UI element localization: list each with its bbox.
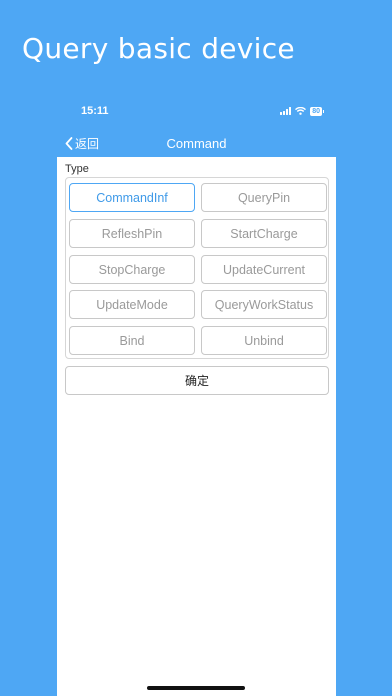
type-option-group: CommandInf QueryPin RefleshPin StartChar… [65,177,329,359]
signal-icon [280,107,292,115]
status-bar: 15:11 80 [57,98,336,124]
option-updatecurrent[interactable]: UpdateCurrent [201,255,327,284]
option-queryworkstatus[interactable]: QueryWorkStatus [201,290,327,319]
option-commandinf[interactable]: CommandInf [69,183,195,212]
confirm-button[interactable]: 确定 [65,366,329,395]
option-stopcharge[interactable]: StopCharge [69,255,195,284]
option-unbind[interactable]: Unbind [201,326,327,355]
command-panel: Type CommandInf QueryPin RefleshPin Star… [57,157,336,696]
chevron-left-icon [65,136,73,150]
back-button[interactable]: 返回 [65,135,99,152]
option-refleshpin[interactable]: RefleshPin [69,219,195,248]
home-indicator [147,686,245,690]
promo-title: Query basic device [22,32,295,65]
option-querypin[interactable]: QueryPin [201,183,327,212]
status-icons: 80 [280,106,324,116]
option-updatemode[interactable]: UpdateMode [69,290,195,319]
navbar: 返回 Command [57,130,336,156]
option-startcharge[interactable]: StartCharge [201,219,327,248]
battery-icon: 80 [310,106,324,116]
type-label: Type [65,163,89,175]
page-title: Command [166,135,227,151]
option-bind[interactable]: Bind [69,326,195,355]
back-label: 返回 [75,136,100,151]
status-time: 15:11 [81,105,109,117]
wifi-icon [295,107,307,115]
